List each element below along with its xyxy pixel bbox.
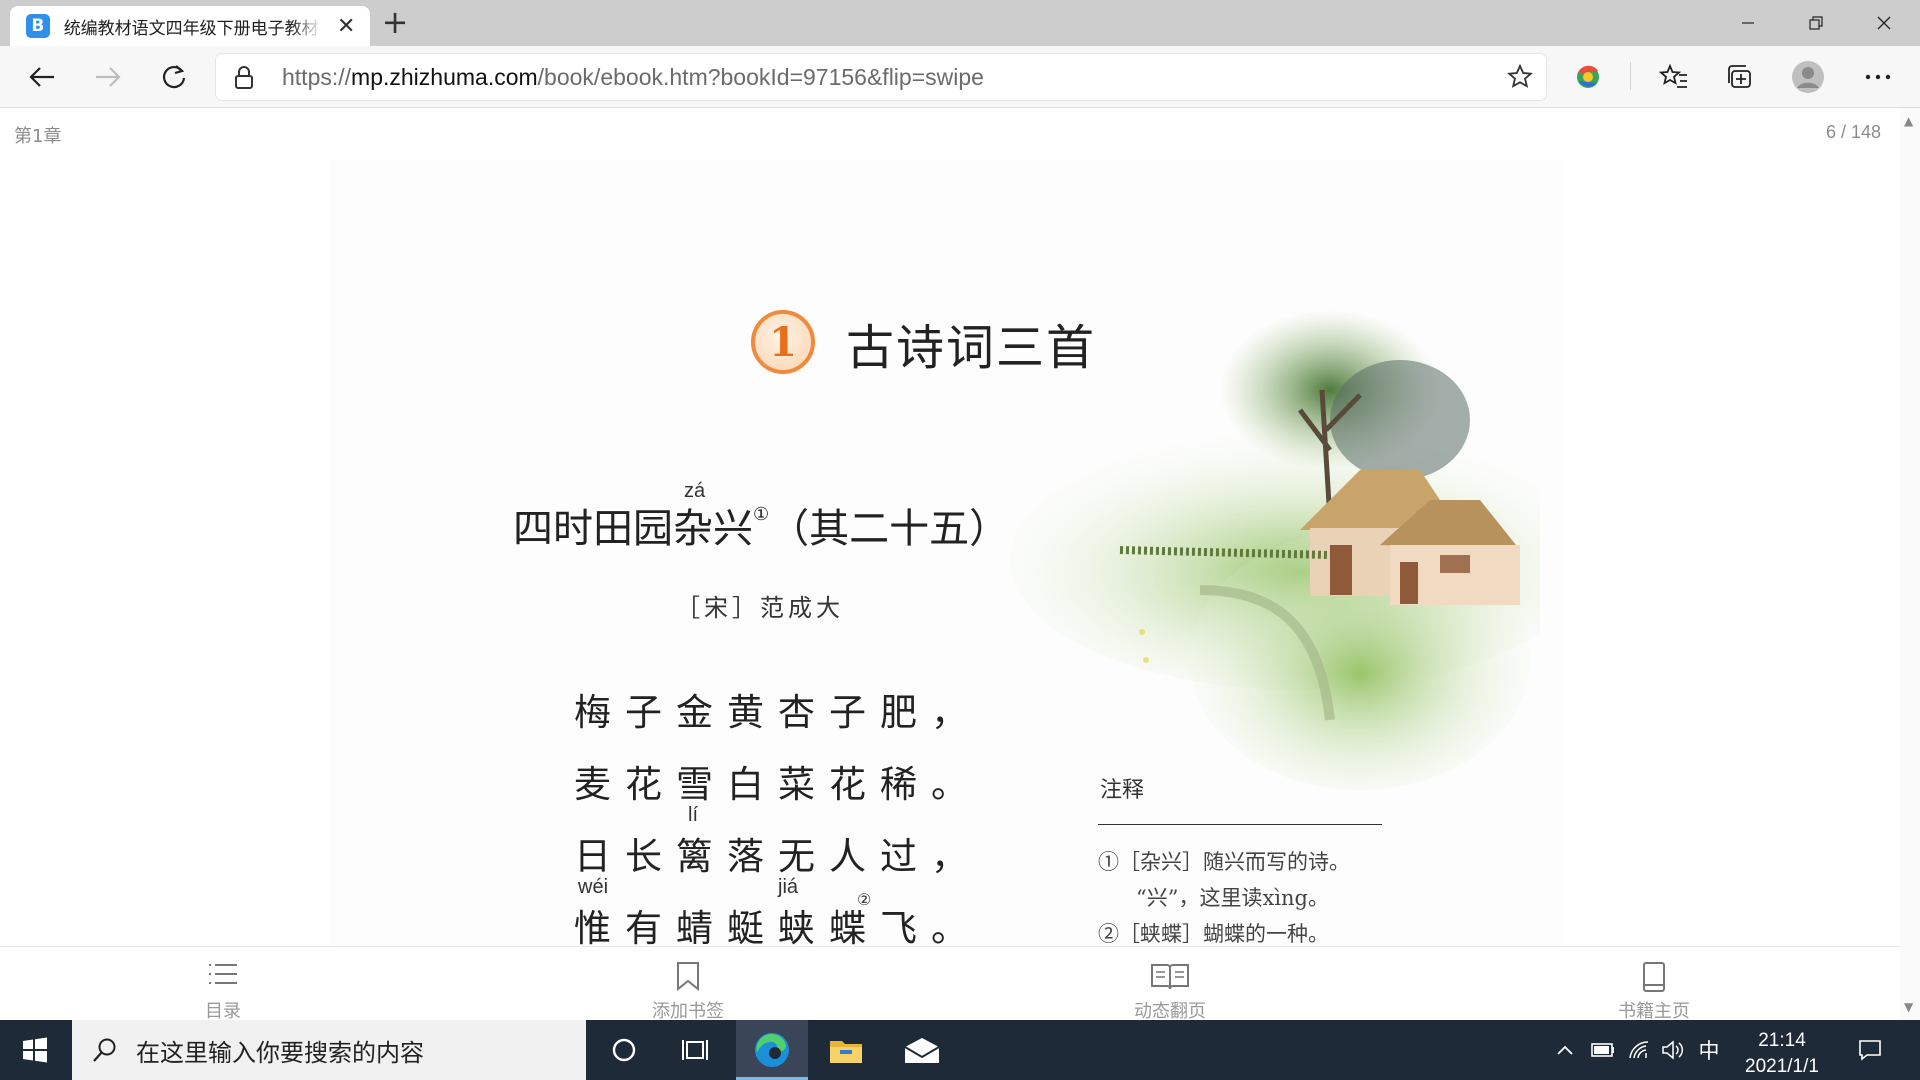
chevron-up-icon: [1557, 1045, 1573, 1055]
url-host: mp.zhizhuma.com: [351, 64, 538, 90]
tab-title: 统编教材语文四年级下册电子教材: [63, 18, 319, 39]
pinyin-wei: wéi: [578, 876, 609, 898]
poem-title-note-marker: ①: [753, 504, 770, 525]
file-explorer-button[interactable]: [810, 1020, 882, 1080]
windows-icon: [23, 1037, 47, 1063]
favorites-icon[interactable]: [1652, 56, 1696, 98]
cortana-icon: [612, 1038, 636, 1062]
url-path: /book/ebook.htm?bookId=97156&flip=swipe: [537, 64, 984, 90]
back-icon: [29, 67, 54, 87]
note-2: ②［蛱蝶］蝴蝶的一种。: [1098, 922, 1329, 946]
clock-time: 21:14: [1758, 1030, 1806, 1051]
poem-title: 四时田园杂兴①（其二十五）: [513, 496, 1009, 554]
edge-taskbar-button[interactable]: [736, 1020, 808, 1080]
task-view-button[interactable]: [660, 1020, 732, 1080]
back-button[interactable]: [20, 56, 64, 98]
verse-line-3: 日长篱落无人过，: [574, 835, 982, 878]
collections-icon[interactable]: [1718, 56, 1762, 98]
verse-line-4-text: 惟有蜻蜓蛱蝶飞。: [574, 907, 982, 950]
scroll-down-icon[interactable]: ▼: [1904, 1000, 1913, 1014]
browser-tab[interactable]: B 统编教材语文四年级下册电子教材 ✕: [10, 6, 370, 46]
poem-author: ［宋］范成大: [676, 594, 844, 622]
notification-center-button[interactable]: [1850, 1020, 1890, 1080]
notification-icon: [1859, 1040, 1881, 1061]
page-flip-button[interactable]: 动态翻页: [1110, 961, 1230, 1023]
url-scheme: https://: [282, 64, 352, 90]
reader-toolbar: 目录 添加书签 动态翻页 书籍主页: [0, 946, 1900, 1023]
cortana-button[interactable]: [588, 1020, 660, 1080]
book-home-button[interactable]: 书籍主页: [1594, 961, 1714, 1023]
search-icon: [93, 1038, 116, 1062]
taskbar-clock[interactable]: 21:14 2021/1/1: [1734, 1028, 1830, 1080]
refresh-icon: [162, 65, 186, 89]
tab-strip: B 统编教材语文四年级下册电子教材 ✕ +: [0, 0, 1920, 46]
scroll-up-icon[interactable]: ▲: [1904, 114, 1913, 128]
battery-indicator[interactable]: [1588, 1020, 1618, 1080]
page-indicator: 6 / 148: [1825, 122, 1881, 142]
clock-date: 2021/1/1: [1745, 1056, 1819, 1077]
mail-icon: [904, 1038, 940, 1063]
close-window-button[interactable]: [1850, 0, 1918, 46]
windows-taskbar: 在这里输入你要搜索的内容 中 21:14 2021/1/1: [0, 1020, 1920, 1080]
toolbar-separator: [1630, 62, 1631, 90]
note-1: ①［杂兴］随兴而写的诗。: [1098, 850, 1350, 874]
toc-icon: [163, 961, 283, 993]
note-1-continued: “兴”，这里读xìng。: [1136, 886, 1329, 910]
extension-icon[interactable]: [1566, 56, 1610, 98]
notes-title: 注释: [1100, 778, 1145, 803]
open-book-icon: [1110, 961, 1230, 993]
verse-4-note-marker: ②: [857, 892, 872, 909]
restore-button[interactable]: [1782, 0, 1850, 46]
pinyin-jia: jiá: [778, 876, 799, 898]
network-indicator[interactable]: [1624, 1020, 1654, 1080]
volume-icon: [1662, 1040, 1684, 1060]
verse-line-4: 惟有蜻蜓蛱蝶飞。: [574, 898, 982, 952]
volume-indicator[interactable]: [1658, 1020, 1688, 1080]
taskbar-search[interactable]: 在这里输入你要搜索的内容: [72, 1020, 586, 1080]
lesson-title: 古诗词三首: [846, 320, 1097, 376]
chapter-label: 第1章: [14, 126, 62, 147]
profile-icon[interactable]: [1786, 56, 1830, 98]
tab-close-icon[interactable]: ✕: [332, 14, 360, 39]
verse-line-1: 梅子金黄杏子肥，: [574, 691, 982, 734]
favicon-icon: B: [26, 14, 50, 38]
book-icon: [1594, 961, 1714, 993]
navigation-bar: https://mp.zhizhuma.com/book/ebook.htm?b…: [0, 46, 1920, 108]
ime-indicator[interactable]: 中: [1694, 1020, 1724, 1080]
url-text[interactable]: https://mp.zhizhuma.com/book/ebook.htm?b…: [282, 64, 984, 91]
more-icon[interactable]: [1856, 56, 1900, 98]
forward-icon: [96, 67, 121, 87]
lesson-number-badge: 1: [751, 310, 815, 374]
poem-title-suffix: （其二十五）: [769, 506, 1010, 552]
start-button[interactable]: [0, 1020, 70, 1080]
notes-divider: [1098, 824, 1382, 825]
toc-button[interactable]: 目录: [163, 961, 283, 1023]
pinyin-li: lí: [688, 804, 698, 826]
poem-title-text: 四时田园杂兴: [513, 506, 753, 552]
address-bar[interactable]: https://mp.zhizhuma.com/book/ebook.htm?b…: [216, 54, 1546, 100]
new-tab-button[interactable]: +: [378, 6, 412, 40]
refresh-button[interactable]: [152, 56, 196, 98]
forward-button[interactable]: [86, 56, 130, 98]
network-icon: [1629, 1041, 1649, 1059]
add-bookmark-button[interactable]: 添加书签: [628, 961, 748, 1023]
verse-line-2: 麦花雪白菜花稀。: [574, 763, 982, 806]
edge-icon: [755, 1033, 789, 1067]
page-scrollbar[interactable]: [1900, 108, 1920, 1020]
star-icon[interactable]: [1506, 63, 1534, 95]
bookmark-icon: [628, 961, 748, 993]
mail-button[interactable]: [886, 1020, 958, 1080]
search-placeholder: 在这里输入你要搜索的内容: [136, 1038, 424, 1067]
lock-icon[interactable]: [234, 66, 254, 94]
task-view-icon: [682, 1040, 708, 1060]
file-explorer-icon: [830, 1041, 862, 1063]
tray-overflow-button[interactable]: [1550, 1020, 1580, 1080]
battery-icon: [1591, 1043, 1614, 1057]
minimize-button[interactable]: [1714, 0, 1782, 46]
